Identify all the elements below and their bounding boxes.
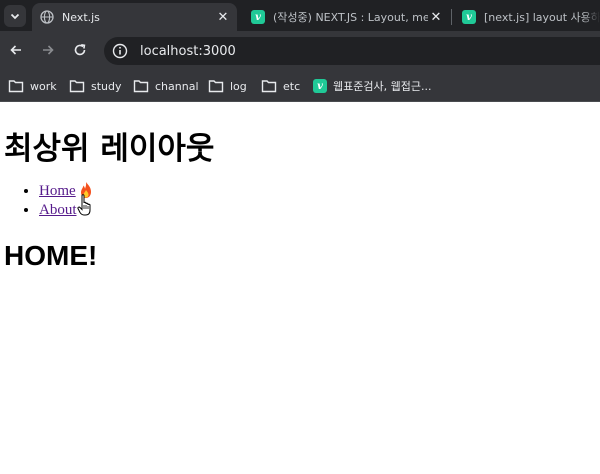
- bookmarks-bar: work study channal log etc v 웹표준검사, 웹접근.…: [0, 70, 600, 102]
- folder-icon: [208, 80, 224, 93]
- tab-separator: [451, 9, 452, 25]
- bookmark-log[interactable]: log: [208, 77, 247, 95]
- address-bar[interactable]: localhost:3000: [104, 37, 600, 65]
- tab-title: (작성중) NEXT.JS : Layout, met: [273, 11, 428, 24]
- home-link[interactable]: Home: [39, 183, 76, 199]
- bookmark-study[interactable]: study: [69, 77, 122, 95]
- bookmark-work[interactable]: work: [8, 77, 57, 95]
- velog-icon: v: [313, 79, 327, 93]
- bookmark-label: etc: [283, 79, 301, 93]
- bookmark-label: 웹표준검사, 웹접근...: [333, 80, 432, 93]
- arrow-right-icon: [43, 45, 54, 55]
- page-heading: HOME!: [4, 240, 98, 271]
- tab-search-button[interactable]: [4, 5, 26, 27]
- velog-icon: v: [462, 10, 476, 24]
- bookmark-label: log: [230, 79, 247, 93]
- info-icon[interactable]: [112, 43, 128, 59]
- browser-toolbar: localhost:3000: [0, 31, 600, 70]
- bookmark-label: work: [30, 79, 57, 93]
- folder-icon: [133, 80, 149, 93]
- url-text: localhost:3000: [140, 43, 236, 59]
- folder-icon: [261, 80, 277, 93]
- reload-button[interactable]: [68, 38, 92, 62]
- tab-title: Next.js: [62, 10, 100, 24]
- nav-item-about: About: [39, 201, 77, 220]
- chevron-down-icon: [10, 13, 20, 20]
- nav-list: Home About: [39, 182, 77, 220]
- folder-icon: [69, 80, 85, 93]
- back-button[interactable]: [4, 38, 28, 62]
- folder-icon: [8, 80, 24, 93]
- tab-close-button[interactable]: ✕: [215, 10, 231, 25]
- tab-close-button[interactable]: ✕: [428, 10, 444, 25]
- page-viewport: 최상위 레이아웃 Home About HOME!: [0, 103, 600, 474]
- hand-cursor-icon: [77, 194, 91, 216]
- velog-icon: v: [251, 10, 265, 24]
- bookmark-etc[interactable]: etc: [261, 77, 300, 95]
- forward-button[interactable]: [36, 38, 60, 62]
- bookmark-label: channal: [155, 79, 199, 93]
- tab-nextjs[interactable]: Next.js ✕: [32, 3, 237, 31]
- tab-fade: [582, 3, 600, 31]
- tab-velog-layout[interactable]: v [next.js] layout 사용하기: [456, 3, 600, 31]
- globe-icon: [40, 10, 54, 24]
- tab-strip: Next.js ✕ v (작성중) NEXT.JS : Layout, met …: [0, 0, 600, 31]
- bookmark-label: study: [91, 79, 122, 93]
- nav-item-home: Home: [39, 182, 77, 201]
- tab-velog-writing[interactable]: v (작성중) NEXT.JS : Layout, met ✕: [245, 3, 450, 31]
- bookmark-channal[interactable]: channal: [133, 77, 199, 95]
- reload-icon: [74, 44, 86, 56]
- layout-title: 최상위 레이아웃: [4, 131, 215, 167]
- about-link[interactable]: About: [39, 202, 77, 218]
- arrow-left-icon: [10, 45, 21, 55]
- bookmark-web-standard[interactable]: v 웹표준검사, 웹접근...: [313, 77, 431, 95]
